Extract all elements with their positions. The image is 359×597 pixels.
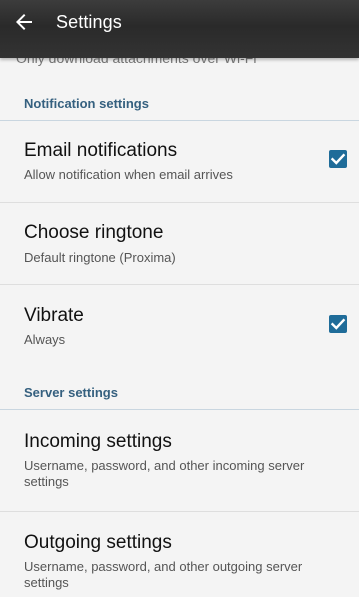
checkmark-icon	[330, 318, 346, 330]
pref-title: Outgoing settings	[24, 532, 172, 553]
pref-title: Incoming settings	[24, 431, 172, 452]
pref-summary: Default ringtone (Proxima)	[24, 250, 176, 265]
pref-summary: Always	[24, 332, 66, 347]
email-notifications-checkbox[interactable]	[329, 150, 347, 168]
pref-summary: Username, password, and other outgoing s…	[24, 559, 303, 590]
app-bar: Settings	[0, 0, 359, 58]
pref-title: Choose ringtone	[24, 222, 164, 243]
pref-title: Email notifications	[24, 140, 178, 161]
pref-summary: Username, password, and other incoming s…	[24, 458, 305, 489]
section-header-notification: Notification settings	[0, 87, 359, 121]
pref-choose-ringtone[interactable]: Choose ringtone Default ringtone (Proxim…	[0, 203, 359, 285]
arrow-back-icon[interactable]	[12, 10, 36, 34]
pref-incoming-settings[interactable]: Incoming settings Username, password, an…	[0, 410, 359, 512]
vibrate-checkbox[interactable]	[329, 315, 347, 333]
pref-summary: Allow notification when email arrives	[24, 167, 233, 182]
settings-screen: Settings Only download attachments over …	[0, 0, 359, 597]
section-header-server: Server settings	[0, 376, 359, 410]
section-header-label: Notification settings	[24, 96, 149, 111]
checkmark-icon	[330, 153, 346, 165]
section-header-label: Server settings	[24, 385, 118, 400]
pref-email-notifications[interactable]: Email notifications Allow notification w…	[0, 121, 359, 203]
page-title: Settings	[56, 12, 122, 32]
pref-outgoing-settings[interactable]: Outgoing settings Username, password, an…	[0, 512, 359, 597]
pref-vibrate[interactable]: Vibrate Always	[0, 285, 359, 379]
pref-title: Vibrate	[24, 305, 84, 326]
